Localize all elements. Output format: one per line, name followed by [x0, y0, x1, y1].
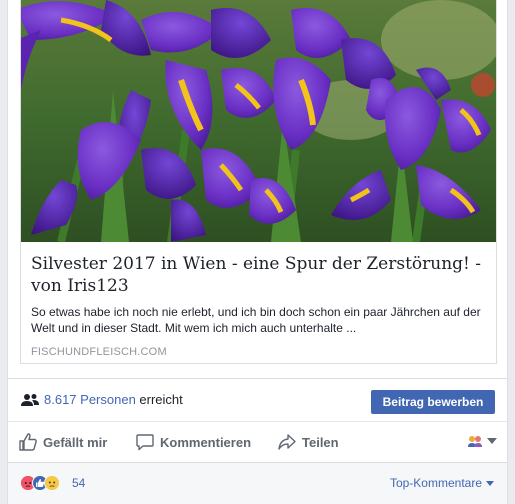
- link-preview[interactable]: Silvester 2017 in Wien - eine Spur der Z…: [20, 0, 497, 364]
- reactions-bar: 54 Top-Kommentare: [8, 462, 507, 504]
- thumbs-up-icon: [19, 433, 37, 451]
- reach-suffix: erreicht: [139, 392, 183, 407]
- like-button[interactable]: Gefällt mir: [19, 422, 107, 462]
- link-domain: FISCHUNDFLEISCH.COM: [31, 346, 167, 358]
- link-description: So etwas habe ich noch nie erlebt, und i…: [31, 305, 481, 335]
- link-preview-image[interactable]: [21, 0, 496, 242]
- post-reach-bar: 8.617 Personen erreicht Beitrag bewerben: [8, 378, 507, 422]
- people-icon: [21, 394, 39, 406]
- reaction-icons[interactable]: [20, 475, 60, 491]
- comment-label: Kommentieren: [160, 434, 252, 450]
- link-preview-text: Silvester 2017 in Wien - eine Spur der Z…: [31, 253, 491, 358]
- friends-avatar-icon: [468, 436, 482, 447]
- like-label: Gefällt mir: [43, 434, 108, 450]
- chevron-down-icon: [486, 480, 494, 486]
- audience-selector[interactable]: [467, 434, 497, 448]
- post-actions: Gefällt mir Kommentieren Teilen: [8, 422, 507, 462]
- share-button[interactable]: Teilen: [278, 422, 339, 462]
- chevron-down-icon: [487, 438, 497, 444]
- boost-post-button[interactable]: Beitrag bewerben: [371, 390, 495, 414]
- comment-sort-label: Top-Kommentare: [389, 476, 482, 490]
- sad-reaction-icon: [44, 475, 60, 491]
- reaction-count[interactable]: 54: [72, 476, 85, 490]
- link-title[interactable]: Silvester 2017 in Wien - eine Spur der Z…: [31, 253, 491, 297]
- share-label: Teilen: [302, 434, 339, 450]
- post-card: Silvester 2017 in Wien - eine Spur der Z…: [7, 0, 508, 504]
- comment-sort-dropdown[interactable]: Top-Kommentare: [390, 476, 494, 490]
- share-arrow-icon: [278, 434, 296, 450]
- iris-flowers-photo: [21, 0, 496, 242]
- speech-bubble-icon: [136, 434, 154, 451]
- reach-text: 8.617 Personen erreicht: [44, 392, 183, 407]
- comment-button[interactable]: Kommentieren: [136, 422, 251, 462]
- reach-count-link[interactable]: 8.617 Personen: [44, 392, 136, 407]
